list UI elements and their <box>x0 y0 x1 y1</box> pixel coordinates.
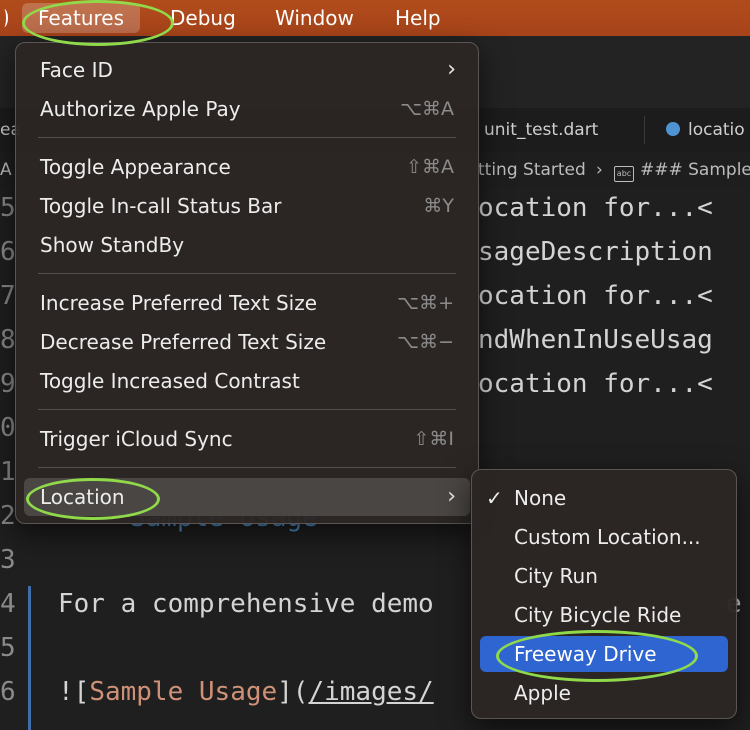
menu-item-face-id[interactable]: Face ID › <box>24 51 470 89</box>
chevron-right-icon: › <box>447 57 456 82</box>
menu-separator <box>38 137 456 138</box>
submenu-item-city-bicycle-ride[interactable]: City Bicycle Ride <box>480 597 728 633</box>
submenu-item-label: Freeway Drive <box>514 642 657 666</box>
line-number: 4 <box>0 589 16 619</box>
shortcut-label: ⌥⌘− <box>397 331 454 353</box>
menu-item-label: Show StandBy <box>40 233 185 257</box>
indent-guide <box>28 586 31 730</box>
menu-item-trigger-icloud-sync[interactable]: Trigger iCloud Sync ⇧⌘I <box>24 420 470 458</box>
code-line: sageDescription <box>478 237 713 267</box>
breadcrumb-left[interactable]: A <box>0 152 12 188</box>
menu-item-label: Toggle In-call Status Bar <box>40 194 282 218</box>
menu-item-label: Toggle Appearance <box>40 155 231 179</box>
tab-separator <box>644 116 645 144</box>
breadcrumb-chevron-icon: › <box>596 160 603 180</box>
checkmark-icon: ✓ <box>486 486 503 510</box>
line-number: 3 <box>0 545 16 575</box>
code-link-text: Sample Usage <box>89 677 278 707</box>
code-bracket: ![ <box>58 677 90 707</box>
line-number: 5 <box>0 633 16 663</box>
menu-item-location[interactable]: Location › <box>24 478 470 516</box>
menu-features[interactable]: Features <box>22 3 140 33</box>
menu-item-decrease-text-size[interactable]: Decrease Preferred Text Size ⌥⌘− <box>24 323 470 361</box>
code-line: For a comprehensive demo <box>58 589 434 619</box>
menu-window[interactable]: Window <box>275 0 354 36</box>
menu-separator <box>38 467 456 468</box>
code-line: ocation for...< <box>478 369 713 399</box>
features-menu: Face ID › Authorize Apple Pay ⌥⌘A Toggle… <box>15 42 479 524</box>
code-bracket: ]( <box>277 677 309 707</box>
menu-item-label: Location <box>40 485 125 509</box>
shortcut-label: ⇧⌘A <box>406 156 454 178</box>
menu-item-toggle-appearance[interactable]: Toggle Appearance ⇧⌘A <box>24 148 470 186</box>
submenu-item-none[interactable]: ✓ None <box>480 480 728 516</box>
menu-item-label: Toggle Increased Contrast <box>40 369 300 393</box>
menu-item-authorize-apple-pay[interactable]: Authorize Apple Pay ⌥⌘A <box>24 90 470 128</box>
code-link-url[interactable]: /images/ <box>308 677 433 707</box>
submenu-item-label: None <box>514 486 567 510</box>
submenu-item-label: Apple <box>514 681 571 705</box>
menu-bar: Features Debug Window Help <box>0 0 750 36</box>
code-line: ocation for...< <box>478 281 713 311</box>
breadcrumb-sample[interactable]: abc ### Sample <box>614 152 750 188</box>
tab-unit-test[interactable]: unit_test.dart <box>484 108 598 152</box>
menu-separator <box>38 273 456 274</box>
breadcrumb-sample-label: ### Sample <box>640 160 750 180</box>
menu-help[interactable]: Help <box>395 0 441 36</box>
submenu-item-label: City Bicycle Ride <box>514 603 682 627</box>
shortcut-label: ⌘Y <box>423 195 454 217</box>
submenu-item-custom-location[interactable]: Custom Location... <box>480 519 728 555</box>
flutter-file-icon <box>666 122 680 136</box>
submenu-item-label: City Run <box>514 564 598 588</box>
code-line: ocation for...< <box>478 193 713 223</box>
menu-item-label: Increase Preferred Text Size <box>40 291 318 315</box>
line-number: 6 <box>0 677 16 707</box>
breadcrumb-getting-started[interactable]: tting Started <box>478 152 586 188</box>
shortcut-label: ⇧⌘I <box>413 428 454 450</box>
menu-item-toggle-increased-contrast[interactable]: Toggle Increased Contrast <box>24 362 470 400</box>
menu-item-toggle-in-call-status-bar[interactable]: Toggle In-call Status Bar ⌘Y <box>24 187 470 225</box>
apple-menu-edge[interactable] <box>0 9 8 27</box>
location-submenu: ✓ None Custom Location... City Run City … <box>471 469 737 719</box>
shortcut-label: ⌥⌘A <box>400 98 454 120</box>
shortcut-label: ⌥⌘+ <box>397 292 454 314</box>
tab-location-label: locatio <box>688 120 745 140</box>
submenu-item-label: Custom Location... <box>514 525 701 549</box>
code-line-image: ![Sample Usage](/images/ <box>58 670 434 714</box>
menu-item-label: Trigger iCloud Sync <box>40 427 233 451</box>
chevron-right-icon: › <box>447 484 456 509</box>
menu-separator <box>38 409 456 410</box>
code-line: ndWhenInUseUsag <box>478 325 713 355</box>
menu-item-increase-text-size[interactable]: Increase Preferred Text Size ⌥⌘+ <box>24 284 470 322</box>
tab-location[interactable]: locatio <box>666 108 745 152</box>
abc-icon: abc <box>614 166 634 182</box>
menu-item-label: Decrease Preferred Text Size <box>40 330 327 354</box>
submenu-item-city-run[interactable]: City Run <box>480 558 728 594</box>
menu-item-label: Authorize Apple Pay <box>40 97 241 121</box>
menu-debug[interactable]: Debug <box>170 0 236 36</box>
submenu-item-apple[interactable]: Apple <box>480 675 728 711</box>
submenu-item-freeway-drive[interactable]: Freeway Drive <box>480 636 728 672</box>
menu-item-show-standby[interactable]: Show StandBy <box>24 226 470 264</box>
menu-item-label: Face ID <box>40 58 113 82</box>
